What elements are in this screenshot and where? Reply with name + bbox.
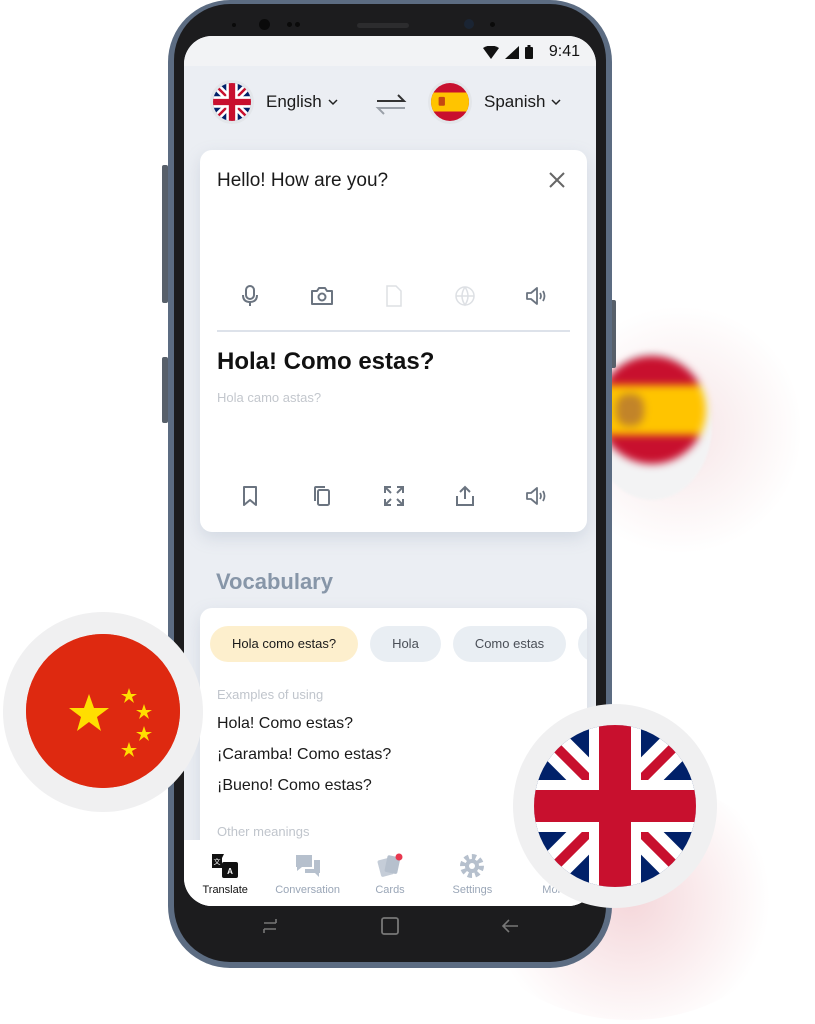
chevron-down-icon <box>328 99 338 106</box>
vocabulary-chips: Hola como estas? Hola Como estas Es <box>210 626 587 662</box>
phone-bezel <box>174 4 606 40</box>
tab-settings[interactable]: Settings <box>431 840 513 906</box>
language-selector: English Spanish <box>184 80 596 128</box>
uk-flag-decoration <box>513 704 717 908</box>
battery-icon <box>524 45 533 59</box>
spain-flag-icon <box>428 80 472 124</box>
source-language-label: English <box>266 92 322 111</box>
home-icon[interactable] <box>380 916 400 936</box>
target-language-button[interactable]: Spanish <box>428 80 561 124</box>
translation-card: Hello! How are you? Hola! Como estas? Ho… <box>200 150 587 532</box>
status-bar: 9:41 <box>184 36 596 66</box>
microphone-icon[interactable] <box>238 284 262 308</box>
vocabulary-chip[interactable]: Hola como estas? <box>210 626 359 662</box>
expand-icon[interactable] <box>382 484 406 508</box>
speaker-icon[interactable] <box>525 484 549 508</box>
globe-icon[interactable] <box>453 284 477 308</box>
chevron-down-icon <box>551 99 561 106</box>
conversation-icon <box>295 855 320 877</box>
recent-apps-icon[interactable] <box>260 916 280 936</box>
source-actions <box>200 284 587 308</box>
translate-icon: A文 <box>212 854 239 878</box>
cards-icon <box>377 853 403 877</box>
share-icon[interactable] <box>453 484 477 508</box>
svg-text:A: A <box>227 867 233 876</box>
camera-icon[interactable] <box>310 284 334 308</box>
tab-label: Cards <box>375 884 405 896</box>
copy-icon[interactable] <box>310 484 334 508</box>
bookmark-icon[interactable] <box>238 484 262 508</box>
earpiece-speaker <box>357 23 409 28</box>
source-text-input[interactable]: Hello! How are you? <box>217 170 388 192</box>
target-language-label: Spanish <box>484 92 546 111</box>
examples-label: Examples of using <box>217 687 324 702</box>
speaker-icon[interactable] <box>525 284 549 308</box>
signal-icon <box>504 45 519 59</box>
vocabulary-chip[interactable]: Es <box>578 626 587 662</box>
wifi-icon <box>482 45 499 59</box>
close-icon[interactable] <box>547 170 567 190</box>
uk-flag-icon <box>210 80 254 124</box>
source-language-button[interactable]: English <box>210 80 338 124</box>
other-meanings-label: Other meanings <box>217 824 310 839</box>
example-item: Hola! Como estas? <box>217 715 354 732</box>
document-icon[interactable] <box>382 284 406 308</box>
vocabulary-chip[interactable]: Hola <box>370 626 441 662</box>
result-actions <box>200 484 587 508</box>
vocabulary-chip[interactable]: Como estas <box>452 626 567 662</box>
swap-arrows-icon[interactable] <box>375 92 407 116</box>
tab-label: Translate <box>202 884 248 896</box>
example-item: ¡Bueno! Como estas? <box>217 777 372 794</box>
spain-flag-icon <box>598 356 706 464</box>
tab-label: Settings <box>452 884 493 896</box>
tab-conversation[interactable]: Conversation <box>266 840 348 906</box>
china-flag-decoration <box>3 612 203 812</box>
china-flag-icon <box>26 634 180 788</box>
example-item: ¡Caramba! Como estas? <box>217 746 392 763</box>
divider <box>217 330 570 332</box>
clock: 9:41 <box>548 43 580 60</box>
tab-translate[interactable]: A文 Translate <box>184 840 266 906</box>
back-icon[interactable] <box>500 916 520 936</box>
uk-flag-icon <box>534 725 696 887</box>
settings-icon <box>460 854 485 878</box>
translated-text: Hola! Como estas? <box>217 348 435 375</box>
system-nav-bar <box>184 906 596 946</box>
tab-label: Conversation <box>275 884 341 896</box>
vocabulary-heading: Vocabulary <box>216 569 333 594</box>
tab-cards[interactable]: Cards <box>349 840 431 906</box>
transliteration-text: Hola camo astas? <box>217 390 322 405</box>
svg-text:文: 文 <box>214 857 221 866</box>
